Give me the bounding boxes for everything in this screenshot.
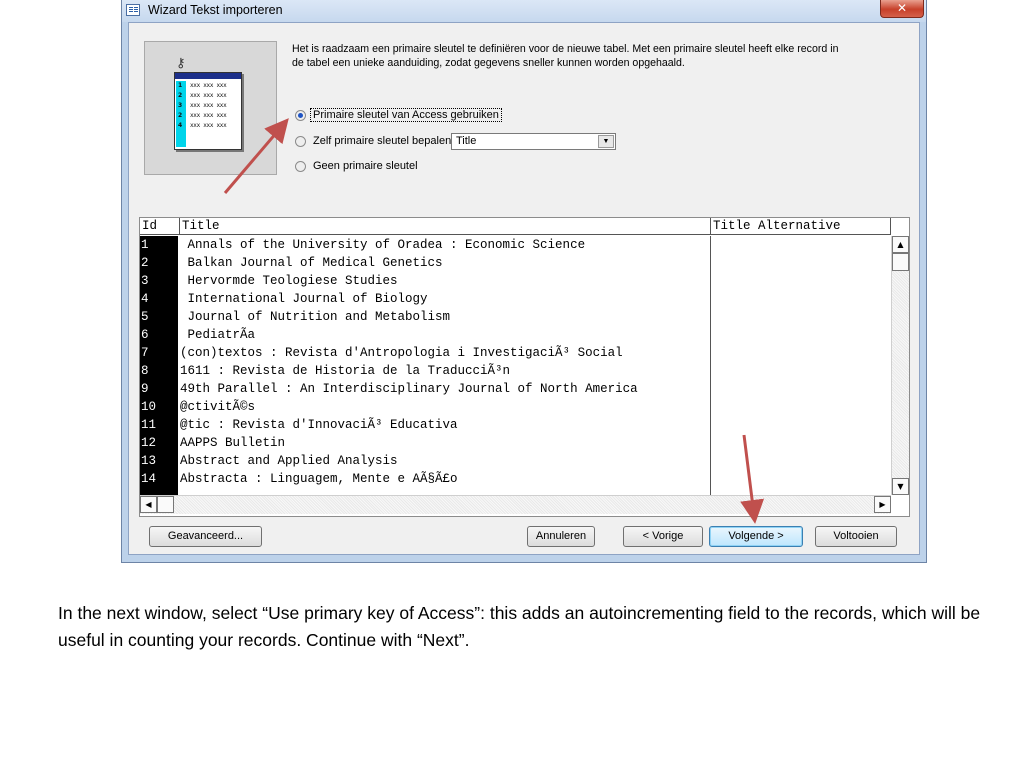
radio-label[interactable]: Geen primaire sleutel: [313, 160, 418, 172]
info-text: Het is raadzaam een primaire sleutel te …: [292, 43, 839, 69]
table-row: 4 International Journal of Biology: [141, 292, 428, 306]
combo-value: Title: [456, 135, 477, 147]
scroll-right-icon[interactable]: ▶: [874, 496, 891, 513]
advanced-button[interactable]: Geavanceerd...: [149, 526, 262, 547]
table-row: 2 Balkan Journal of Medical Genetics: [141, 256, 443, 270]
sample-row: 4 xxx xxx xxx: [178, 122, 227, 129]
grid-header: Id Title Title Alternative: [140, 218, 891, 236]
table-row: 9 49th Parallel : An Interdisciplinary Jo…: [141, 382, 638, 396]
radio-selected-icon[interactable]: [295, 110, 306, 121]
scroll-left-icon[interactable]: ◀: [140, 496, 157, 513]
horizontal-scroll-thumb[interactable]: [157, 496, 174, 513]
window-title: Wizard Tekst importeren: [148, 3, 283, 17]
data-preview-grid: Id Title Title Alternative 1 Annals of t…: [139, 217, 910, 517]
vertical-scroll-thumb[interactable]: [892, 253, 909, 271]
radio-label[interactable]: Primaire sleutel van Access gebruiken: [310, 108, 502, 122]
access-app-icon: [126, 4, 140, 16]
table-row: 14 Abstracta : Linguagem, Mente e AÃ§Ã£o: [141, 472, 458, 486]
instruction-caption: In the next window, select “Use primary …: [58, 603, 981, 650]
title-bar[interactable]: Wizard Tekst importeren ✕: [122, 0, 926, 22]
table-row: 11 @tic : Revista d'InnovaciÃ³ Educativa: [141, 418, 458, 432]
radio-unselected-icon[interactable]: [295, 136, 306, 147]
sample-table-icon: 1 xxx xxx xxx 2 xxx xxx xxx 3 xxx xxx xxx 2…: [174, 72, 242, 150]
primary-key-illustration: ⚷ 1 xxx xxx xxx 2 xxx xxx xxx 3 xxx xxx xxx…: [144, 41, 277, 175]
import-wizard-window: Wizard Tekst importeren ✕ ⚷ 1 xxx xxx xxx…: [121, 0, 927, 563]
column-header-id: Id: [140, 218, 180, 235]
primary-key-field-combo[interactable]: Title ▼: [451, 133, 616, 150]
vertical-scrollbar[interactable]: ▲ ▼: [891, 236, 909, 495]
scroll-down-icon[interactable]: ▼: [892, 478, 909, 495]
table-row: 3 Hervormde Teologiese Studies: [141, 274, 398, 288]
next-button[interactable]: Volgende >: [709, 526, 803, 547]
sample-row: 2 xxx xxx xxx: [178, 112, 227, 119]
table-row: 13 Abstract and Applied Analysis: [141, 454, 398, 468]
table-row: 7 (con)textos : Revista d'Antropologia i …: [141, 346, 623, 360]
grid-body: 1 Annals of the University of Oradea : E…: [140, 236, 891, 495]
table-row: 10 @ctivitÃ©s: [141, 400, 256, 414]
table-row: 1 Annals of the University of Oradea : E…: [141, 238, 586, 252]
sample-row: 1 xxx xxx xxx: [178, 82, 227, 89]
scroll-up-icon[interactable]: ▲: [892, 236, 909, 253]
back-button[interactable]: < Vorige: [623, 526, 703, 547]
sample-row: 2 xxx xxx xxx: [178, 92, 227, 99]
wizard-client-area: ⚷ 1 xxx xxx xxx 2 xxx xxx xxx 3 xxx xxx xxx…: [128, 22, 920, 555]
close-button[interactable]: ✕: [880, 0, 924, 18]
table-row: 6 PediatrÃ­a: [141, 328, 256, 342]
finish-button[interactable]: Voltooien: [815, 526, 897, 547]
radio-label[interactable]: Zelf primaire sleutel bepalen: [313, 135, 451, 147]
table-row: 12 AAPPS Bulletin: [141, 436, 286, 450]
chevron-down-icon[interactable]: ▼: [598, 135, 614, 148]
key-icon: ⚷: [176, 56, 186, 71]
horizontal-scrollbar[interactable]: ◀ ▶: [140, 495, 891, 514]
column-header-title-alternative: Title Alternative: [711, 218, 891, 235]
table-row: 8 1611 : Revista de Historia de la Traduc…: [141, 364, 511, 378]
table-row: 5 Journal of Nutrition and Metabolism: [141, 310, 451, 324]
cancel-button[interactable]: Annuleren: [527, 526, 595, 547]
column-header-title: Title: [180, 218, 711, 235]
sample-row: 3 xxx xxx xxx: [178, 102, 227, 109]
radio-unselected-icon[interactable]: [295, 161, 306, 172]
